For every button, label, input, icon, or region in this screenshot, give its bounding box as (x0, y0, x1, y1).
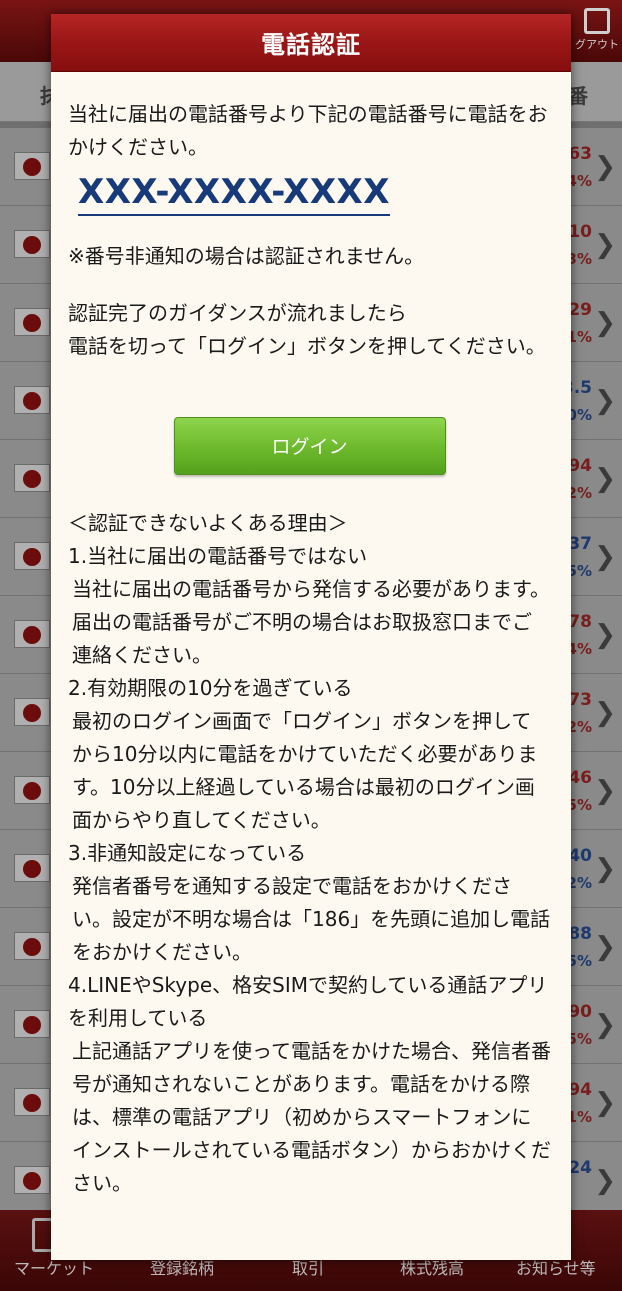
flag-icon (14, 698, 50, 726)
flag-icon (14, 854, 50, 882)
stock-price: 29 (568, 300, 592, 320)
stock-price: 94 (568, 456, 592, 476)
stock-price: 73 (568, 690, 592, 710)
flag-icon (14, 152, 50, 180)
reason-4-title: 4.LINEやSkype、格安SIMで契約している通話アプリを利用している (68, 973, 548, 1030)
flag-icon (14, 464, 50, 492)
chevron-right-icon: ❯ (594, 230, 616, 260)
chevron-right-icon: ❯ (594, 542, 616, 572)
dialog-title: 電話認証 (261, 31, 361, 59)
reasons-heading: ＜認証できないよくある理由＞ (68, 511, 348, 535)
chevron-right-icon: ❯ (594, 1088, 616, 1118)
auth-phone-number[interactable]: XXX-XXXX-XXXX (78, 170, 390, 216)
flag-icon (14, 932, 50, 960)
flag-icon (14, 308, 50, 336)
intro-text: 当社に届出の電話番号より下記の電話番号に電話をおかけください。 (68, 102, 548, 159)
chevron-right-icon: ❯ (594, 620, 616, 650)
tab-right[interactable]: 番 (568, 80, 588, 109)
stock-price: 40 (568, 846, 592, 866)
dialog-body: 当社に届出の電話番号より下記の電話番号に電話をおかけください。 XXX-XXXX… (51, 72, 571, 1200)
flag-icon (14, 776, 50, 804)
chevron-right-icon: ❯ (594, 308, 616, 338)
reason-2-body: 最初のログイン画面で「ログイン」ボタンを押してから10分以内に電話をかけていただ… (72, 709, 538, 832)
flag-icon (14, 1166, 50, 1194)
stock-price: 78 (568, 612, 592, 632)
chevron-right-icon: ❯ (594, 464, 616, 494)
chevron-right-icon: ❯ (594, 932, 616, 962)
flag-icon (14, 1010, 50, 1038)
reason-1-body: 当社に届出の電話番号から発信する必要があります。届出の電話番号がご不明の場合はお… (72, 577, 550, 667)
stock-price: 24 (568, 1158, 592, 1178)
chevron-right-icon: ❯ (594, 698, 616, 728)
flag-icon (14, 230, 50, 258)
guidance-line-2: 電話を切って「ログイン」ボタンを押してください。 (68, 334, 546, 358)
flag-icon (14, 386, 50, 414)
reason-1-title: 1.当社に届出の電話番号ではない (68, 544, 368, 568)
chevron-right-icon: ❯ (594, 854, 616, 884)
stock-price: 94 (568, 1080, 592, 1100)
reason-3-title: 3.非通知設定になっている (68, 841, 307, 865)
reason-2-title: 2.有効期限の10分を過ぎている (68, 676, 353, 700)
flag-icon (14, 620, 50, 648)
stock-price: 10 (568, 222, 592, 242)
anonymous-note: ※番号非通知の場合は認証されません。 (68, 244, 425, 268)
chevron-right-icon: ❯ (594, 386, 616, 416)
guidance-line-1: 認証完了のガイダンスが流れましたら (68, 301, 407, 325)
stock-price: 37 (568, 534, 592, 554)
stock-price: 63 (568, 144, 592, 164)
failure-reasons: ＜認証できないよくある理由＞ 1.当社に届出の電話番号ではない 当社に届出の電話… (68, 507, 551, 1200)
stock-price: 88 (568, 924, 592, 944)
chevron-right-icon: ❯ (594, 1010, 616, 1040)
chevron-right-icon: ❯ (594, 776, 616, 806)
dialog-header: 電話認証 (51, 14, 571, 72)
logout-button[interactable]: グアウト (572, 8, 622, 58)
stock-price: 46 (568, 768, 592, 788)
reason-3-body: 発信者番号を通知する設定で電話をおかけください。設定が不明な場合は「186」を先… (72, 874, 551, 964)
logout-icon (584, 8, 610, 34)
logout-label: グアウト (575, 38, 619, 51)
chevron-right-icon: ❯ (594, 1166, 616, 1196)
flag-icon (14, 542, 50, 570)
login-button[interactable]: ログイン (173, 417, 446, 475)
reason-4-body: 上記通話アプリを使って電話をかけた場合、発信者番号が通知されないことがあります。… (72, 1039, 551, 1195)
chevron-right-icon: ❯ (594, 152, 616, 182)
phone-auth-dialog: 電話認証 当社に届出の電話番号より下記の電話番号に電話をおかけください。 XXX… (51, 14, 571, 1260)
stock-price: 90 (568, 1002, 592, 1022)
flag-icon (14, 1088, 50, 1116)
